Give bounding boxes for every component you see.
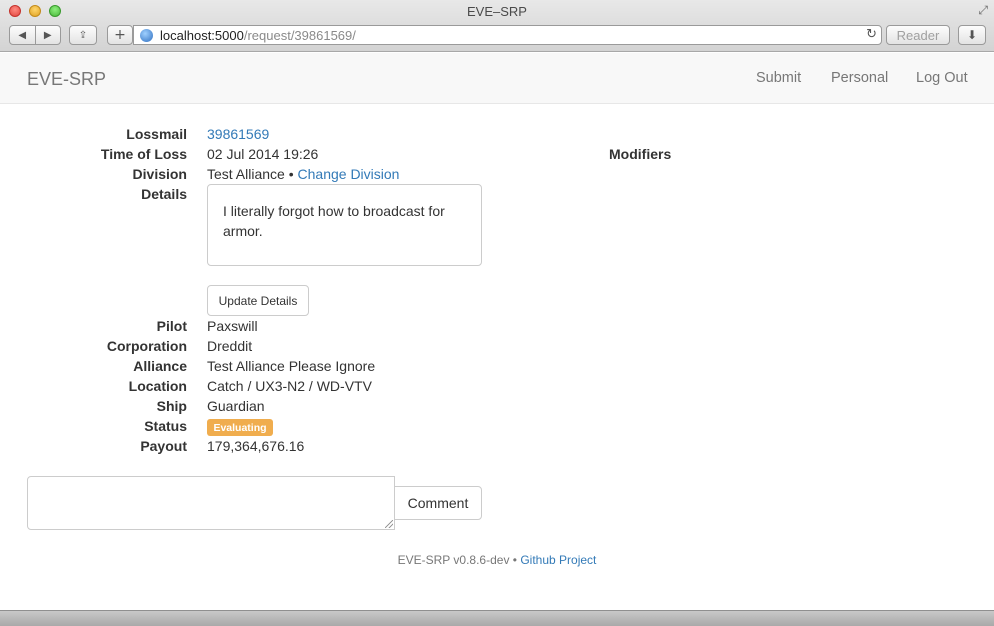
lossmail-label: Lossmail bbox=[126, 126, 187, 142]
division-value: Test Alliance • Change Division bbox=[207, 166, 399, 182]
details-label: Details bbox=[141, 186, 187, 202]
back-forward-group: ◀ ▶ bbox=[9, 25, 61, 45]
comment-button[interactable]: Comment bbox=[394, 486, 482, 520]
forward-arrow-icon[interactable]: ▶ bbox=[36, 30, 61, 41]
division-label: Division bbox=[132, 166, 187, 182]
browser-statusbar bbox=[0, 610, 994, 626]
change-division-link[interactable]: Change Division bbox=[298, 166, 400, 182]
footer: EVE-SRP v0.8.6-dev • Github Project bbox=[0, 553, 994, 567]
brand-link[interactable]: EVE-SRP bbox=[27, 69, 106, 90]
reload-icon[interactable]: ↻ bbox=[866, 27, 877, 42]
downloads-button[interactable]: ⬇ bbox=[958, 25, 986, 45]
add-bookmark-button[interactable]: + bbox=[107, 25, 133, 45]
ship-label: Ship bbox=[156, 398, 187, 414]
alliance-label: Alliance bbox=[133, 358, 187, 374]
url-path: /request/39861569/ bbox=[243, 27, 356, 43]
ship-value: Guardian bbox=[207, 398, 265, 414]
plus-icon: + bbox=[114, 27, 126, 43]
nav-submit-link[interactable]: Submit bbox=[756, 70, 801, 86]
lossmail-link[interactable]: 39861569 bbox=[207, 126, 269, 142]
location-label: Location bbox=[128, 378, 187, 394]
fullscreen-icon[interactable]: ⤢ bbox=[978, 3, 988, 18]
division-name: Test Alliance bbox=[207, 166, 285, 182]
share-button[interactable]: ⇪ bbox=[69, 25, 97, 45]
details-textarea[interactable]: I literally forgot how to broadcast for … bbox=[207, 184, 482, 266]
navbar: EVE-SRP Submit Personal Log Out bbox=[0, 53, 994, 104]
location-value: Catch / UX3-N2 / WD-VTV bbox=[207, 378, 372, 394]
payout-label: Payout bbox=[140, 438, 187, 454]
alliance-value: Test Alliance Please Ignore bbox=[207, 358, 376, 374]
pilot-label: Pilot bbox=[156, 318, 187, 334]
footer-separator: • bbox=[512, 553, 517, 567]
division-separator: • bbox=[288, 166, 294, 182]
pilot-value: Paxswill bbox=[207, 318, 258, 334]
window-title: EVE–SRP bbox=[467, 4, 527, 19]
footer-version: EVE-SRP v0.8.6-dev bbox=[397, 553, 510, 567]
github-project-link[interactable]: Github Project bbox=[520, 553, 596, 567]
reader-button[interactable]: Reader bbox=[886, 25, 950, 45]
back-arrow-icon[interactable]: ◀ bbox=[10, 30, 35, 41]
time-of-loss-label: Time of Loss bbox=[100, 146, 187, 162]
comment-textarea[interactable] bbox=[27, 476, 395, 530]
globe-icon bbox=[140, 28, 153, 42]
status-badge: Evaluating bbox=[207, 419, 273, 436]
nav-personal-link[interactable]: Personal bbox=[831, 70, 888, 86]
share-icon: ⇪ bbox=[78, 29, 88, 41]
modifiers-heading: Modifiers bbox=[609, 146, 672, 162]
time-of-loss-value: 02 Jul 2014 19:26 bbox=[207, 146, 319, 162]
browser-titlebar: EVE–SRP ⤢ ◀ ▶ ⇪ + localhost:5000/request… bbox=[0, 0, 994, 52]
corporation-label: Corporation bbox=[106, 338, 187, 354]
status-label: Status bbox=[144, 418, 187, 434]
download-icon: ⬇ bbox=[966, 28, 978, 42]
address-bar[interactable]: localhost:5000/request/39861569/ ↻ bbox=[133, 25, 882, 45]
resize-grip-icon[interactable] bbox=[385, 520, 393, 528]
payout-value: 179,364,676.16 bbox=[207, 438, 305, 454]
nav-logout-link[interactable]: Log Out bbox=[916, 70, 968, 86]
update-details-button[interactable]: Update Details bbox=[207, 285, 309, 316]
url-host: localhost:5000 bbox=[160, 27, 244, 43]
corporation-value: Dreddit bbox=[207, 338, 253, 354]
